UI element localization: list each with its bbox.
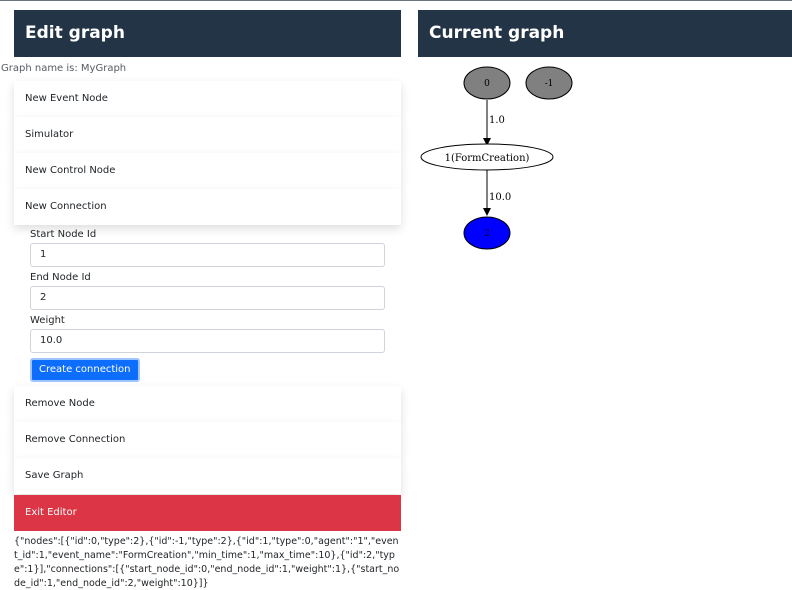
- end-node-id-label: End Node Id: [30, 272, 91, 283]
- new-control-node-button[interactable]: New Control Node: [14, 153, 401, 189]
- start-node-id-label: Start Node Id: [30, 229, 97, 240]
- current-graph-header: Current graph: [418, 10, 792, 57]
- graph-node-0-label: 0: [484, 79, 490, 89]
- simulator-button[interactable]: Simulator: [14, 117, 401, 153]
- graph-name-text: Graph name is: MyGraph: [1, 63, 127, 74]
- graph-node-1-label: 1(FormCreation): [445, 153, 530, 164]
- graph-node-2-label: 2: [484, 229, 490, 239]
- graph-json-output: {"nodes":[{"id":0,"type":2},{"id":-1,"ty…: [14, 536, 400, 589]
- graph-svg: 1.0 10.0 0 -1 1(FormCreation) 2: [420, 66, 573, 250]
- current-graph-panel: Current graph 1.0 10.0 0 -1 1(FormCreati…: [418, 10, 792, 253]
- exit-editor-button[interactable]: Exit Editor: [14, 495, 401, 531]
- new-connection-button[interactable]: New Connection: [14, 189, 401, 225]
- start-node-id-input[interactable]: 1: [30, 243, 385, 267]
- save-graph-button[interactable]: Save Graph: [14, 458, 401, 494]
- graph-canvas: 1.0 10.0 0 -1 1(FormCreation) 2: [418, 63, 578, 253]
- edit-graph-panel: Edit graph Graph name is: MyGraph New Ev…: [1, 10, 401, 590]
- remove-connection-button[interactable]: Remove Connection: [14, 422, 401, 458]
- top-divider: [0, 0, 792, 1]
- edit-graph-header: Edit graph: [14, 10, 401, 57]
- create-connection-button[interactable]: Create connection: [30, 358, 140, 382]
- end-node-id-input[interactable]: 2: [30, 286, 385, 310]
- graph-node-minus-1-label: -1: [545, 79, 554, 89]
- weight-input[interactable]: 10.0: [30, 329, 385, 353]
- new-connection-form: Start Node Id 1 End Node Id 2 Weight 10.…: [14, 225, 401, 386]
- remove-node-button[interactable]: Remove Node: [14, 386, 401, 422]
- weight-label: Weight: [30, 315, 65, 326]
- edge-1-to-2-label: 10.0: [489, 192, 511, 203]
- edge-0-to-1-label: 1.0: [489, 115, 505, 126]
- new-event-node-button[interactable]: New Event Node: [14, 81, 401, 117]
